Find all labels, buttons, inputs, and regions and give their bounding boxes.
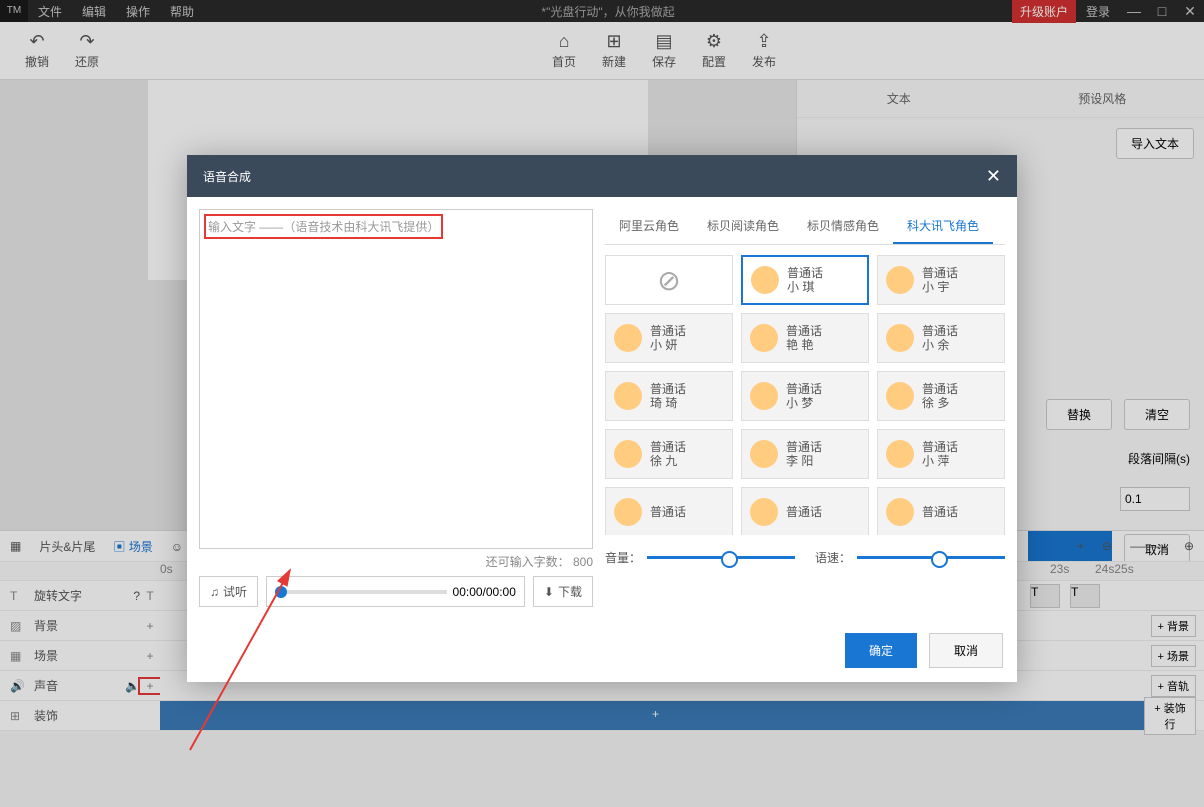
- voice-tab-ali[interactable]: 阿里云角色: [605, 209, 693, 244]
- voice-label: 普通话小 余: [922, 324, 958, 353]
- speed-label: 语速：: [815, 549, 851, 566]
- dialog-cancel-button[interactable]: 取消: [929, 633, 1003, 668]
- voice-option[interactable]: 普通话小 余: [877, 313, 1005, 363]
- avatar-icon: [886, 382, 914, 410]
- avatar-icon: [750, 440, 778, 468]
- download-button[interactable]: ⬇下载: [533, 576, 593, 607]
- headphone-icon: ♫: [210, 585, 219, 599]
- voice-label: 普通话: [650, 505, 686, 519]
- char-label: 还可输入字数：: [486, 555, 570, 569]
- time-label: 00:00/00:00: [453, 585, 516, 599]
- voice-tab-biaobei-emo[interactable]: 标贝情感角色: [793, 209, 893, 244]
- voice-label: 普通话小 宇: [922, 266, 958, 295]
- avatar-icon: [614, 324, 642, 352]
- download-icon: ⬇: [544, 585, 554, 599]
- voice-label: 普通话小 琪: [787, 266, 823, 295]
- char-left: 800: [573, 555, 593, 569]
- dialog-title: 语音合成: [203, 168, 251, 185]
- voice-tab-iflytek[interactable]: 科大讯飞角色: [893, 209, 993, 244]
- voice-label: 普通话琦 琦: [650, 382, 686, 411]
- close-dialog-icon[interactable]: ✕: [986, 166, 1001, 187]
- textarea-placeholder: 输入文字 ——（语音技术由科大讯飞提供）: [206, 216, 441, 237]
- voice-option[interactable]: 普通话徐 多: [877, 371, 1005, 421]
- voice-option[interactable]: 普通话小 萍: [877, 429, 1005, 479]
- voice-option[interactable]: 普通话徐 九: [605, 429, 733, 479]
- avatar-icon: [614, 440, 642, 468]
- avatar-icon: [886, 440, 914, 468]
- modal-mask: 语音合成 ✕ 输入文字 ——（语音技术由科大讯飞提供） 还可输入字数： 800 …: [0, 0, 1204, 807]
- voice-option[interactable]: 普通话李 阳: [741, 429, 869, 479]
- voice-option[interactable]: 普通话琦 琦: [605, 371, 733, 421]
- voice-label: 普通话小 萍: [922, 440, 958, 469]
- tts-dialog: 语音合成 ✕ 输入文字 ——（语音技术由科大讯飞提供） 还可输入字数： 800 …: [187, 155, 1017, 682]
- avatar-icon: [614, 382, 642, 410]
- voice-grid: ⊘普通话小 琪普通话小 宇普通话小 妍普通话艳 艳普通话小 余普通话琦 琦普通话…: [605, 255, 1005, 535]
- voice-option[interactable]: 普通话小 妍: [605, 313, 733, 363]
- voice-option[interactable]: 普通话小 梦: [741, 371, 869, 421]
- avatar-icon: [750, 498, 778, 526]
- voice-label: 普通话徐 多: [922, 382, 958, 411]
- avatar-icon: [751, 266, 779, 294]
- voice-label: 普通话李 阳: [786, 440, 822, 469]
- voice-option[interactable]: 普通话: [877, 487, 1005, 535]
- voice-tabs: 阿里云角色 标贝阅读角色 标贝情感角色 科大讯飞角色: [605, 209, 1005, 245]
- tts-textarea[interactable]: 输入文字 ——（语音技术由科大讯飞提供）: [199, 209, 593, 549]
- voice-label: 普通话徐 九: [650, 440, 686, 469]
- voice-option[interactable]: ⊘: [605, 255, 733, 305]
- voice-option[interactable]: 普通话: [741, 487, 869, 535]
- volume-slider[interactable]: [647, 556, 795, 559]
- voice-label: 普通话艳 艳: [786, 324, 822, 353]
- avatar-icon: [750, 324, 778, 352]
- voice-label: 普通话小 梦: [786, 382, 822, 411]
- voice-label: 普通话小 妍: [650, 324, 686, 353]
- voice-tab-biaobei-read[interactable]: 标贝阅读角色: [693, 209, 793, 244]
- voice-option[interactable]: 普通话小 宇: [877, 255, 1005, 305]
- avatar-icon: [886, 266, 914, 294]
- voice-option[interactable]: 普通话艳 艳: [741, 313, 869, 363]
- avatar-icon: [886, 498, 914, 526]
- progress-bar[interactable]: 00:00/00:00: [266, 576, 525, 607]
- dialog-ok-button[interactable]: 确定: [845, 633, 917, 668]
- preview-button[interactable]: ♫试听: [199, 576, 258, 607]
- voice-option[interactable]: 普通话: [605, 487, 733, 535]
- voice-label: 普通话: [922, 505, 958, 519]
- avatar-icon: [614, 498, 642, 526]
- volume-label: 音量：: [605, 549, 641, 566]
- speed-slider[interactable]: [857, 556, 1005, 559]
- avatar-icon: [886, 324, 914, 352]
- avatar-icon: [750, 382, 778, 410]
- voice-option[interactable]: 普通话小 琪: [741, 255, 869, 305]
- voice-label: 普通话: [786, 505, 822, 519]
